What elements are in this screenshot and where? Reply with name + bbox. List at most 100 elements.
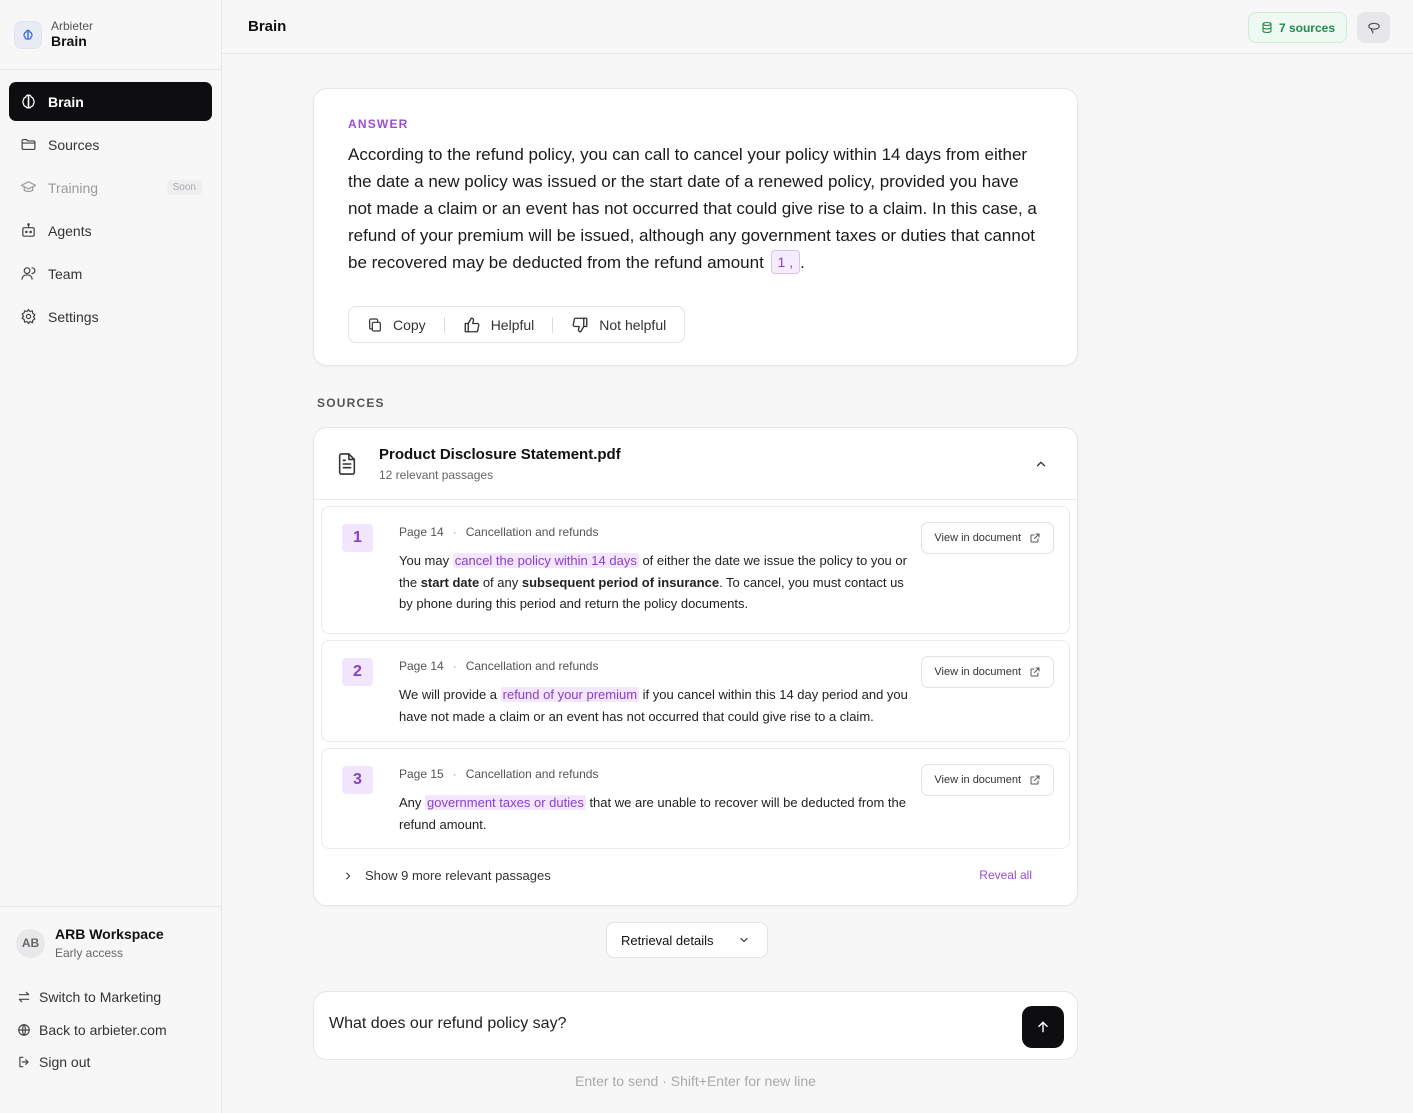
workspace-status: Early access: [55, 946, 124, 960]
external-link-icon: [1029, 666, 1041, 678]
link-label: Switch to Marketing: [39, 989, 162, 1005]
passage-text-part: of any: [479, 574, 522, 590]
retrieval-details-label: Retrieval details: [621, 932, 714, 948]
document-title: Product Disclosure Statement.pdf: [379, 445, 621, 463]
show-more-label: Show 9 more relevant passages: [365, 868, 551, 883]
passage-card: 2 Page 14 · Cancellation and refunds We wi…: [321, 640, 1070, 742]
nav-label: Agents: [48, 222, 92, 239]
passage-section: Cancellation and refunds: [465, 659, 599, 673]
passage-page: Page 14: [399, 659, 444, 673]
passage-text: You may cancel the policy within 14 days…: [399, 550, 919, 615]
passage-meta: Page 14 · Cancellation and refunds: [399, 659, 599, 673]
nav-item-team[interactable]: Team: [9, 254, 212, 293]
passage-card: 1 Page 14 · Cancellation and refunds You m…: [321, 506, 1070, 634]
show-more-passages-button[interactable]: Show 9 more relevant passages: [343, 868, 551, 883]
thumbs-up-icon: [463, 316, 481, 334]
chevron-up-icon[interactable]: [1029, 452, 1053, 476]
graduation-cap-icon: [19, 179, 37, 197]
external-link-icon: [1029, 774, 1041, 786]
passage-page: Page 14: [399, 525, 444, 539]
back-to-site-link[interactable]: Back to arbieter.com: [17, 1020, 221, 1040]
nav-item-settings[interactable]: Settings: [9, 297, 212, 336]
passage-bold: start date: [420, 574, 480, 590]
switch-to-marketing-link[interactable]: Switch to Marketing: [17, 987, 221, 1007]
chat-composer: [313, 991, 1078, 1060]
view-in-document-button[interactable]: View in document: [921, 764, 1054, 796]
copy-label: Copy: [393, 316, 426, 333]
not-helpful-button[interactable]: Not helpful: [553, 307, 684, 342]
document-passage-count: 12 relevant passages: [379, 467, 494, 482]
link-label: Back to arbieter.com: [39, 1021, 167, 1038]
composer-hint: Enter to send · Shift+Enter for new line: [575, 1073, 816, 1089]
switch-arrows-icon: [17, 990, 31, 1004]
sidebar: Arbieter Brain Brain Sources Training So…: [0, 0, 222, 1113]
copy-button[interactable]: Copy: [349, 307, 444, 342]
sources-heading: SOURCES: [317, 396, 385, 410]
lasso-icon: [1367, 21, 1381, 35]
nav-label: Sources: [48, 136, 100, 153]
passage-card: 3 Page 15 · Cancellation and refunds Any g…: [321, 748, 1070, 849]
sign-out-link[interactable]: Sign out: [17, 1052, 221, 1072]
answer-actions: Copy Helpful Not helpful: [348, 306, 686, 343]
citation-chip[interactable]: 1 ,: [770, 250, 801, 274]
passage-bold: subsequent period of insurance: [521, 574, 720, 590]
copy-icon: [367, 317, 383, 333]
view-label: View in document: [934, 666, 1021, 678]
top-bar: Brain 7 sources: [222, 0, 1413, 54]
brain-icon: [19, 93, 37, 111]
workspace-name: ARB Workspace: [55, 926, 164, 942]
lasso-button[interactable]: [1357, 12, 1390, 43]
external-link-icon: [1029, 532, 1041, 544]
view-in-document-button[interactable]: View in document: [921, 522, 1054, 554]
view-in-document-button[interactable]: View in document: [921, 656, 1054, 688]
soon-badge: Soon: [166, 180, 202, 195]
nav-item-training[interactable]: Training Soon: [9, 168, 212, 207]
gear-icon: [19, 308, 37, 326]
robot-icon: [19, 222, 37, 240]
main-nav: Brain Sources Training Soon Agents Team …: [0, 70, 221, 336]
brain-logo-icon: [14, 20, 42, 49]
question-input[interactable]: [329, 1012, 1009, 1036]
passage-text: We will provide a refund of your premium…: [399, 684, 919, 727]
answer-body: According to the refund policy, you can …: [348, 145, 1037, 272]
link-label: Sign out: [39, 1054, 91, 1070]
sign-out-icon: [17, 1055, 31, 1069]
nav-label: Settings: [48, 308, 99, 325]
passage-section: Cancellation and refunds: [465, 525, 599, 539]
page-title: Brain: [248, 18, 287, 35]
nav-item-sources[interactable]: Sources: [9, 125, 212, 164]
nav-item-brain[interactable]: Brain: [9, 82, 212, 121]
not-helpful-label: Not helpful: [599, 316, 667, 333]
user-icon: [19, 265, 37, 283]
answer-card: ANSWER According to the refund policy, y…: [313, 88, 1078, 366]
sources-count-button[interactable]: 7 sources: [1247, 12, 1347, 43]
document-icon: [336, 452, 358, 476]
highlight: cancel the policy within 14 days: [452, 553, 639, 568]
nav-label: Brain: [48, 93, 84, 110]
brand[interactable]: Arbieter Brain: [0, 0, 221, 70]
view-label: View in document: [934, 774, 1021, 786]
nav-label: Training: [48, 179, 99, 196]
database-icon: [1261, 21, 1273, 34]
thumbs-down-icon: [571, 316, 589, 334]
source-document-card: Product Disclosure Statement.pdf 12 rele…: [313, 427, 1078, 906]
retrieval-details-toggle[interactable]: Retrieval details: [606, 922, 768, 958]
nav-label: Team: [48, 265, 83, 282]
passage-text-part: We will provide a: [399, 687, 501, 702]
nav-item-agents[interactable]: Agents: [9, 211, 212, 250]
highlight: refund of your premium: [500, 687, 640, 702]
helpful-label: Helpful: [490, 316, 535, 333]
sidebar-footer: AB ARB Workspace Early access Switch to …: [0, 906, 221, 1113]
reveal-all-link[interactable]: Reveal all: [979, 868, 1032, 882]
passage-page: Page 15: [399, 767, 444, 781]
passage-text-part: You may: [399, 553, 453, 568]
chevron-right-icon: [343, 870, 353, 882]
answer-label: ANSWER: [348, 117, 409, 131]
workspace-switcher[interactable]: AB ARB Workspace Early access: [0, 907, 221, 961]
helpful-button[interactable]: Helpful: [445, 307, 553, 342]
document-header[interactable]: Product Disclosure Statement.pdf 12 rele…: [314, 428, 1077, 500]
send-button[interactable]: [1022, 1006, 1064, 1048]
sources-count-label: 7 sources: [1278, 20, 1335, 35]
brand-org: Arbieter: [51, 19, 94, 33]
passage-number: 1: [342, 524, 373, 552]
